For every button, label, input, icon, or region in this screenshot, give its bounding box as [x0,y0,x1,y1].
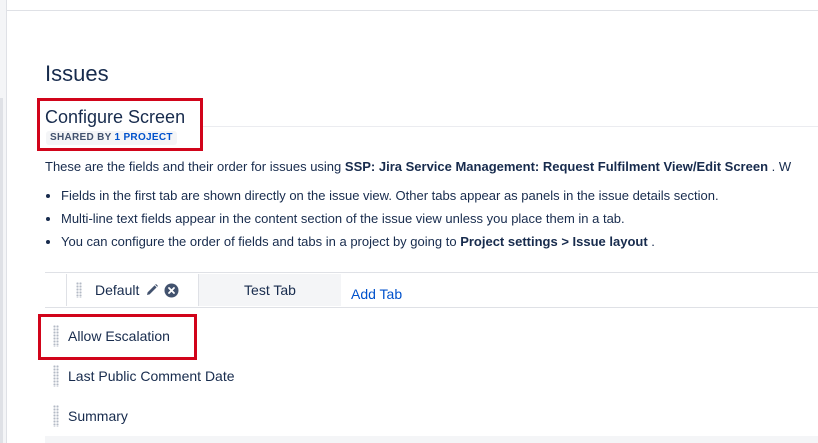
note-item: You can configure the order of fields an… [61,233,719,256]
note-text: You can configure the order of fields an… [61,234,457,249]
left-rail-marker [0,98,3,443]
note-text: Multi-line text fields appear in the con… [61,211,625,226]
drag-handle-icon[interactable] [76,282,82,298]
field-row-summary[interactable]: Summary [53,404,128,428]
description-prefix: These are the fields and their order for… [45,159,342,174]
header-divider [200,126,818,127]
description-screen-name: SSP: Jira Service Management: Request Fu… [344,159,769,174]
note-item: Multi-line text fields appear in the con… [61,210,719,233]
left-rail-divider [6,0,7,443]
tab-test-tab[interactable]: Test Tab [199,274,341,306]
tabs-bar: Default Test Tab Add Tab [45,272,818,308]
drag-handle-icon[interactable] [53,365,59,387]
highlight-box-field [38,314,197,360]
highlight-box-header [37,98,203,151]
notes-list: Fields in the first tab are shown direct… [45,187,719,256]
drag-handle-icon[interactable] [53,405,59,427]
pencil-icon[interactable] [145,283,159,297]
close-circle-icon[interactable] [164,283,179,298]
field-label: Last Public Comment Date [68,368,235,384]
page: Issues Configure Screen SHARED BY 1 PROJ… [0,0,818,443]
note-text: Fields in the first tab are shown direct… [61,188,719,203]
note-item: Fields in the first tab are shown direct… [61,187,719,210]
note-suffix: . [651,234,655,249]
screen-description: These are the fields and their order for… [45,158,818,176]
field-label: Summary [68,408,128,424]
tab-default[interactable]: Default [66,274,199,306]
add-tab-link[interactable]: Add Tab [351,284,402,304]
tab-label: Test Tab [244,282,296,298]
field-list-bottom-band [45,436,818,443]
note-bold-path: Project settings > Issue layout [460,234,648,249]
description-suffix: . W [771,159,792,174]
top-border [7,10,818,11]
field-row-last-public-comment-date[interactable]: Last Public Comment Date [53,364,235,388]
page-title: Issues [45,61,109,86]
tab-label: Default [95,282,140,298]
